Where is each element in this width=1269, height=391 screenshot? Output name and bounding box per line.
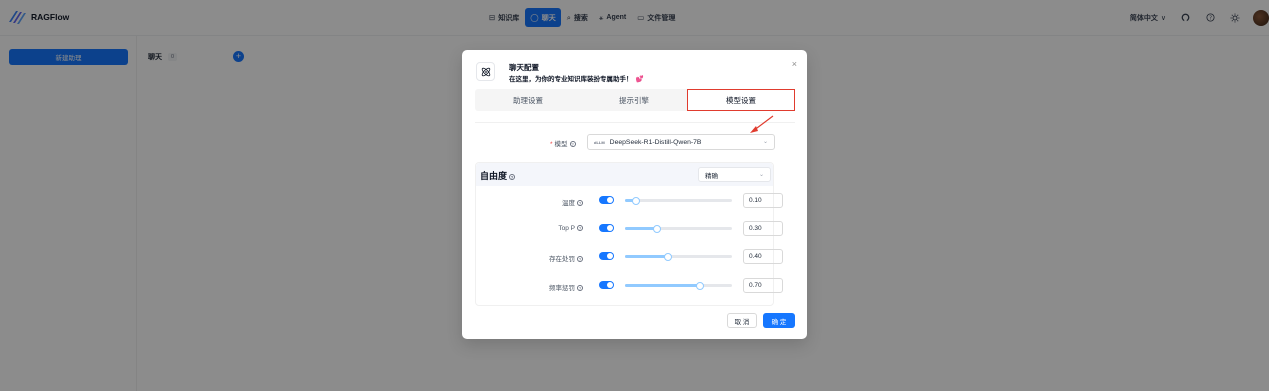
annotation-arrow [750, 115, 774, 133]
